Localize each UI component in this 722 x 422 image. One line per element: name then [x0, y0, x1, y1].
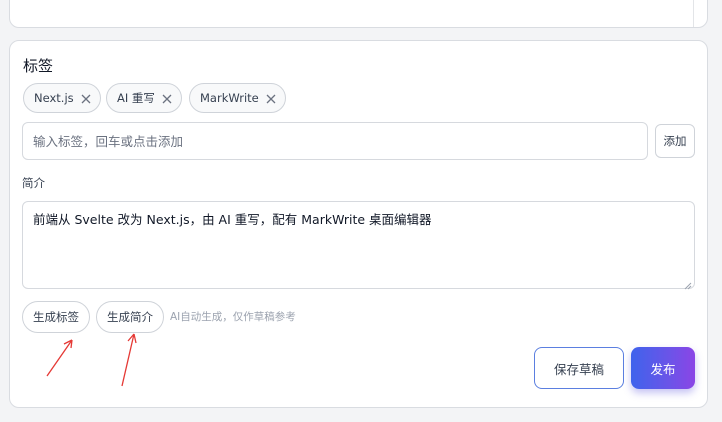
intro-label: 简介: [22, 176, 45, 190]
tags-section-title: 标签: [23, 57, 54, 75]
tag-input[interactable]: [22, 122, 648, 160]
scrollbar[interactable]: [693, 0, 694, 27]
tag-chip-label: AI 重写: [117, 91, 155, 105]
generate-tags-button[interactable]: 生成标签: [22, 301, 90, 333]
publish-button[interactable]: 发布: [631, 347, 695, 389]
ai-hint-text: AI自动生成，仅作草稿参考: [170, 311, 296, 323]
save-draft-button[interactable]: 保存草稿: [534, 347, 624, 389]
add-tag-button[interactable]: 添加: [655, 124, 695, 158]
tag-chip-label: MarkWrite: [200, 91, 259, 105]
resize-handle-icon[interactable]: [684, 278, 692, 290]
generate-intro-button[interactable]: 生成简介: [96, 301, 164, 333]
tags-intro-card: 标签 Next.js AI 重写 MarkWrite 添加 简介 前端从 Sve…: [9, 40, 708, 408]
close-icon[interactable]: [81, 93, 91, 104]
tag-chip-label: Next.js: [34, 91, 74, 105]
intro-textarea[interactable]: 前端从 Svelte 改为 Next.js，由 AI 重写，配有 MarkWri…: [22, 201, 695, 290]
close-icon[interactable]: [162, 93, 172, 104]
close-icon[interactable]: [266, 93, 276, 104]
previous-card: [9, 0, 708, 28]
tag-chip: AI 重写: [106, 83, 182, 113]
tag-chip: MarkWrite: [189, 83, 286, 113]
intro-text: 前端从 Svelte 改为 Next.js，由 AI 重写，配有 MarkWri…: [33, 212, 432, 227]
tag-chip: Next.js: [23, 83, 101, 113]
